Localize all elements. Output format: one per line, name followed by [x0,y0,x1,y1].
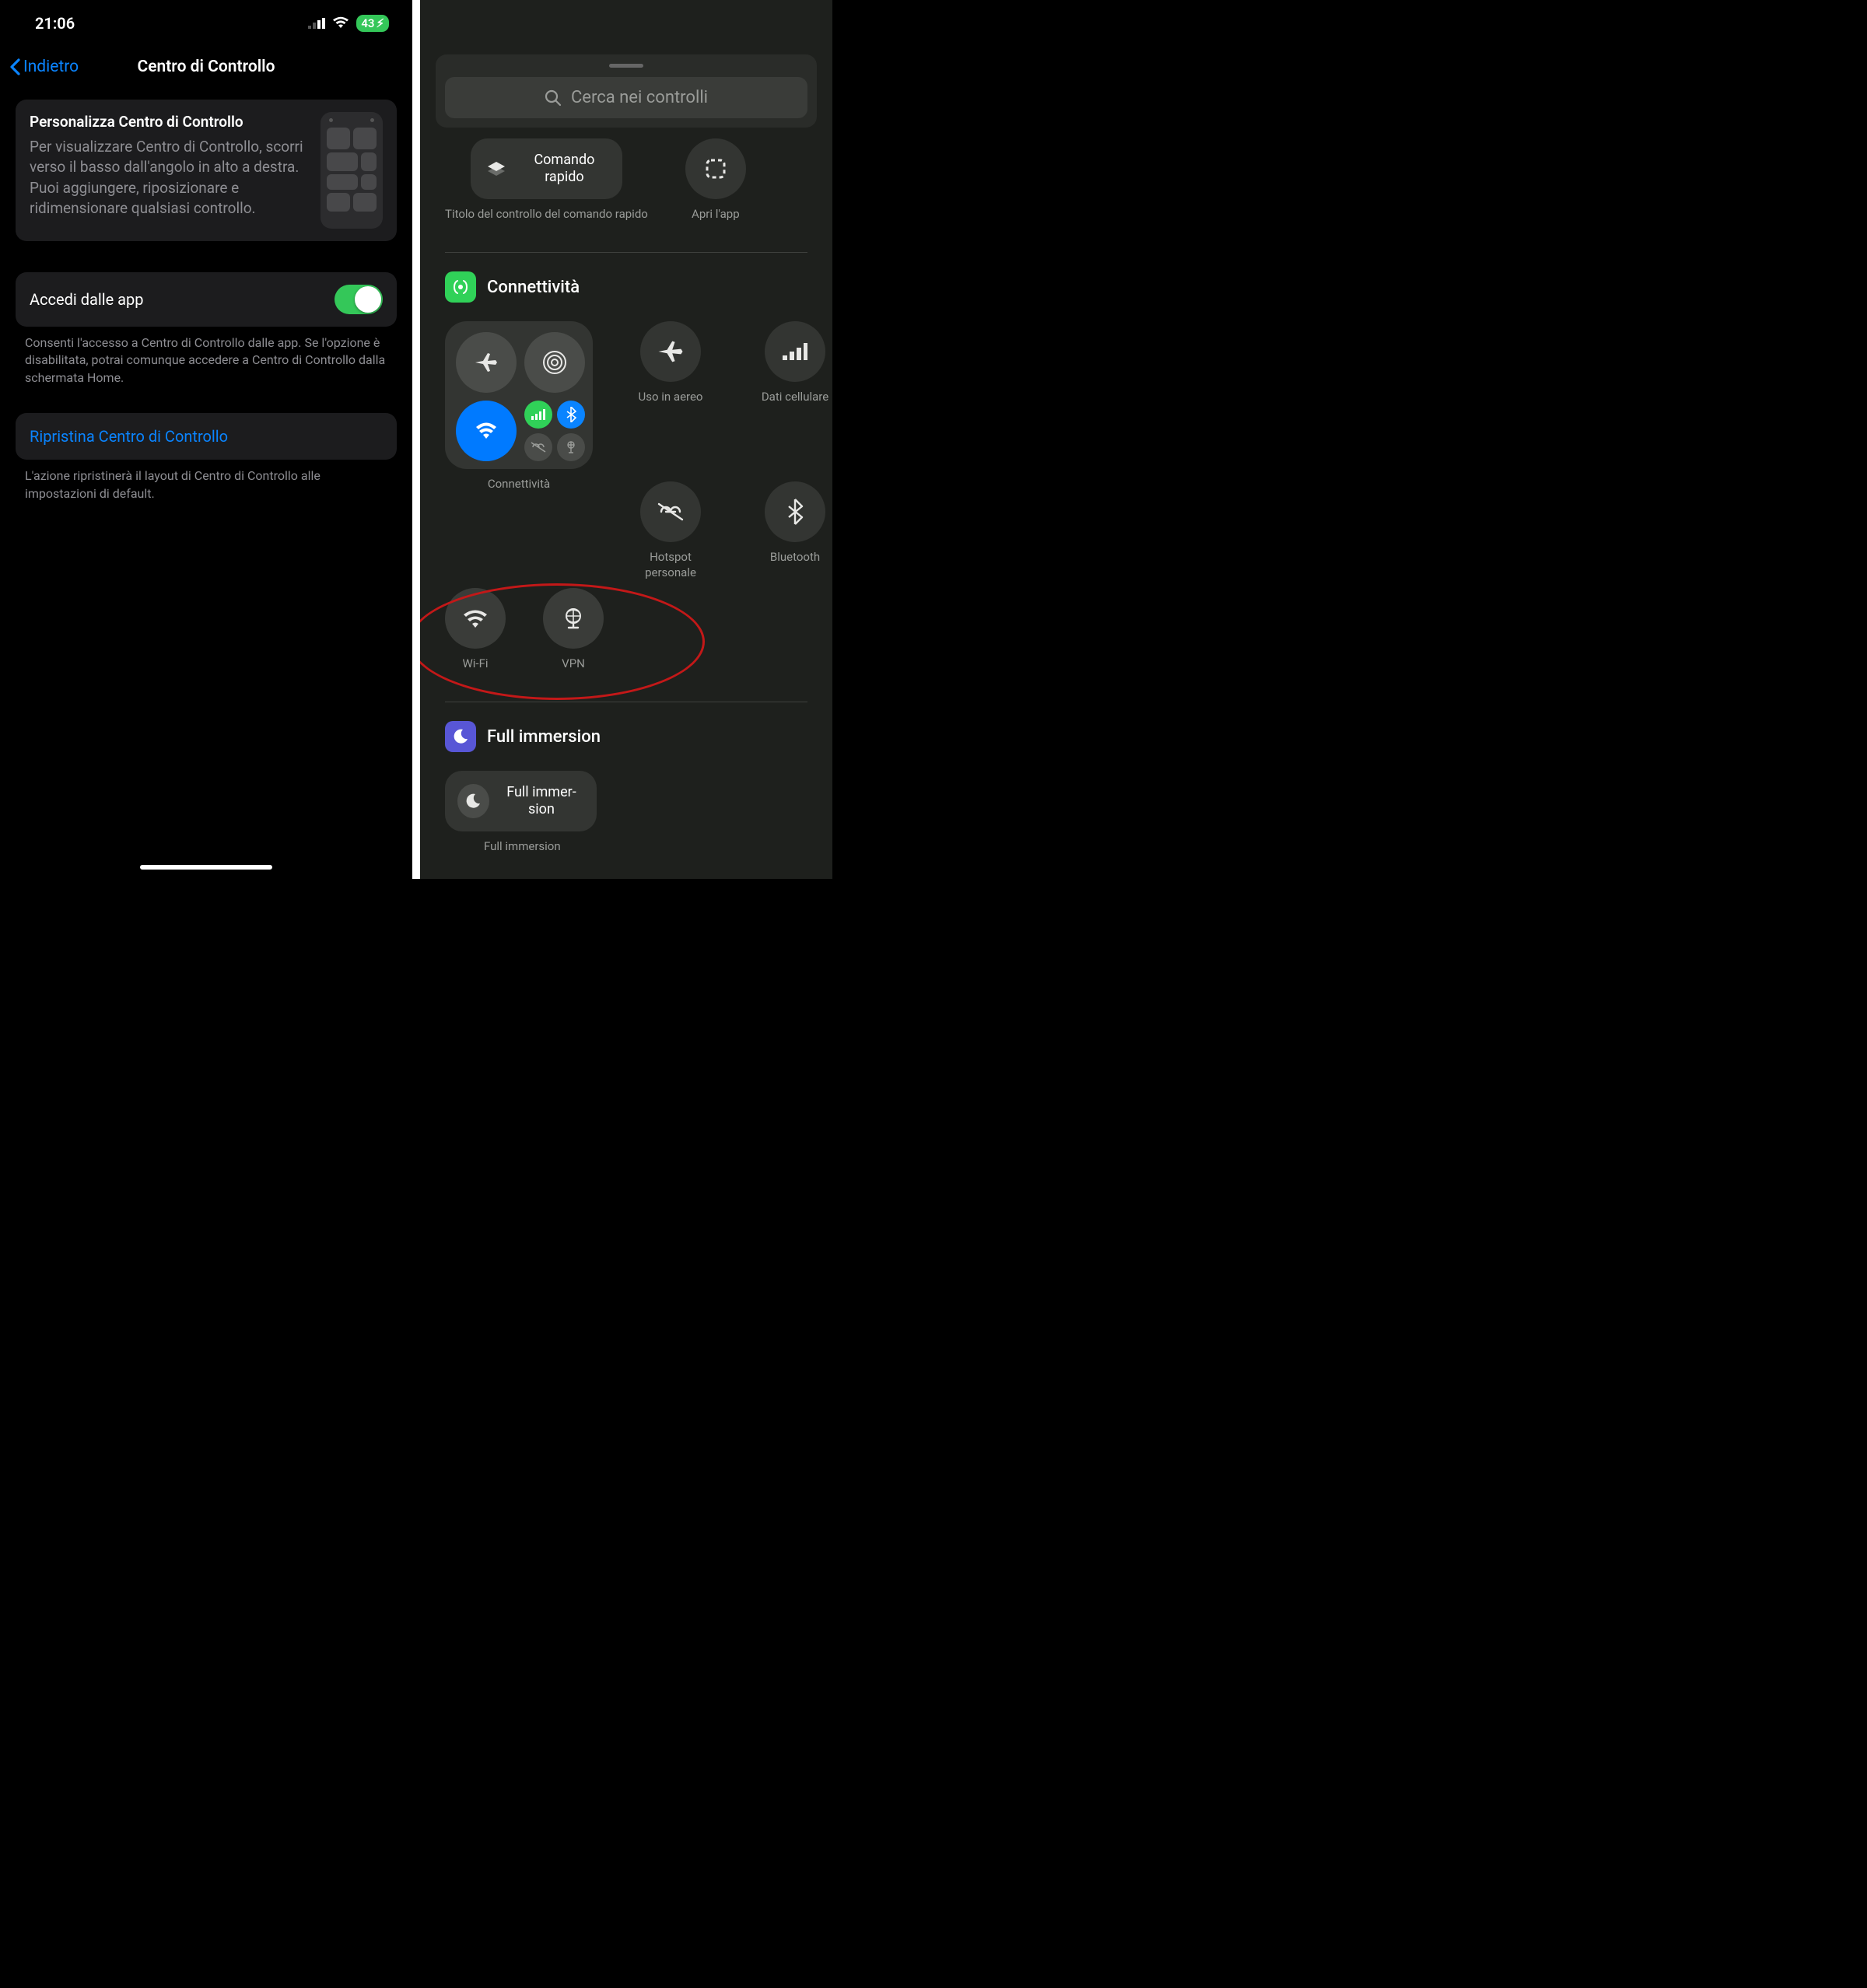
bluetooth-tile[interactable]: Bluetooth [748,481,832,580]
status-bar: 21:06 43⚡︎ [0,0,412,40]
moon-icon [457,784,489,818]
airplane-icon [456,332,517,393]
control-center-preview [321,112,383,229]
cellular-bars-icon [783,343,807,360]
connectivity-module[interactable]: Connettività [445,321,593,505]
battery-indicator: 43⚡︎ [356,15,389,32]
section-divider [445,252,807,253]
cellular-tile[interactable]: Dati cellulare [748,321,832,505]
hotspot-tile[interactable]: Hotspot personale [624,481,717,580]
settings-screen: 21:06 43⚡︎ Indietro Centro di Controllo … [0,0,412,879]
connectivity-mini-cluster [524,401,585,461]
customize-title: Personalizza Centro di Controllo [30,112,306,132]
wifi-on-icon [456,401,517,461]
status-time: 21:06 [35,14,75,33]
controls-gallery-screen: Cerca nei controlli Comando rapido Titol… [420,0,832,879]
wifi-caption: Wi-Fi [462,656,488,684]
connectivity-header-icon [445,271,476,303]
airplane-tile[interactable]: Uso in aereo [624,321,717,505]
reset-note: L'azione ripristinerà il layout di Centr… [0,460,412,502]
vpn-caption: VPN [562,656,585,684]
search-placeholder: Cerca nei controlli [571,88,708,107]
sheet: Cerca nei controlli [436,54,817,128]
shortcut-tile[interactable]: Comando rapido Titolo del controllo del … [445,138,648,235]
hotspot-icon [657,502,685,521]
bluetooth-icon [786,499,804,525]
focus-header: Full immersion [445,721,807,752]
access-from-apps-row[interactable]: Accedi dalle app [16,272,397,327]
shortcut-caption: Titolo del controllo del comando rapido [445,207,648,235]
nav-bar: Indietro Centro di Controllo [0,40,412,100]
magnifying-glass-icon [545,89,562,107]
focus-caption: Full immersion [445,839,561,867]
focus-tile-label: Full immer­sion [499,784,584,817]
moon-icon [445,721,476,752]
airdrop-icon [524,332,585,393]
cellular-caption: Dati cellulare [762,390,828,418]
pane-divider [412,0,420,879]
cellular-icon [308,14,325,33]
shortcut-label: Comando rapido [519,152,610,185]
wifi-icon [332,14,349,33]
bluetooth-caption: Bluetooth [770,550,820,578]
connectivity-header: Connettività [445,271,807,303]
access-from-apps-label: Accedi dalle app [30,290,143,309]
customize-description: Per visualizzare Centro di Controllo, sc… [30,137,306,219]
wifi-tile[interactable]: Wi-Fi [445,588,506,684]
open-app-caption: Apri l'app [692,207,740,235]
connectivity-module-caption: Connettività [488,477,550,505]
vpn-tile[interactable]: VPN [543,588,604,684]
open-app-icon [702,156,729,182]
shortcut-stack-icon [483,156,510,182]
search-input[interactable]: Cerca nei controlli [445,77,807,118]
airplane-caption: Uso in aereo [639,390,703,418]
sheet-grabber[interactable] [609,64,643,68]
home-indicator[interactable] [140,865,272,870]
customize-card: Personalizza Centro di Controllo Per vis… [16,100,397,241]
focus-tile[interactable]: Full immer­sion Full immersion [445,771,807,867]
wifi-icon [461,607,489,629]
access-from-apps-toggle[interactable] [335,285,383,314]
open-app-tile[interactable]: Apri l'app [685,138,746,235]
reset-button[interactable]: Ripristina Centro di Controllo [16,413,397,460]
vpn-globe-icon [561,606,586,631]
access-note: Consenti l'accesso a Centro di Controllo… [0,327,412,387]
airplane-icon [655,336,686,367]
hotspot-caption: Hotspot personale [624,550,717,580]
back-button[interactable]: Indietro [9,58,79,76]
